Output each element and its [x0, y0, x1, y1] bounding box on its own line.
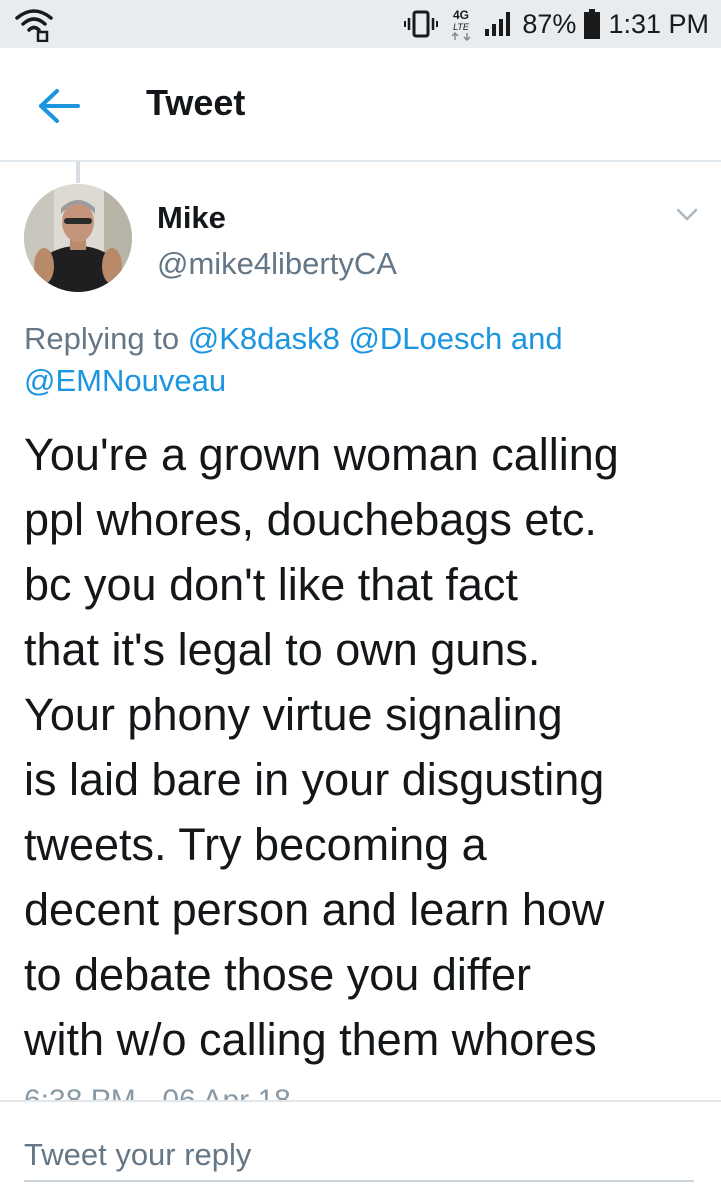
- status-bar: 4G LTE 87% 1:31 PM: [0, 0, 721, 48]
- mentions-joiner: and: [510, 321, 563, 356]
- reply-bar: [0, 1100, 721, 1202]
- vibrate-icon: [404, 10, 439, 38]
- avatar-image: [24, 184, 132, 292]
- clock: 1:31 PM: [608, 8, 709, 39]
- battery-percent: 87%: [522, 8, 577, 39]
- replying-to: Replying to @K8dask8 @DLoesch and @EMNou…: [24, 318, 704, 402]
- battery-icon: [584, 9, 601, 39]
- svg-text:LTE: LTE: [453, 22, 470, 32]
- mention-link[interactable]: @K8dask8: [188, 321, 340, 356]
- mention-link[interactable]: @EMNouveau: [24, 363, 226, 398]
- page-title: Tweet: [146, 82, 246, 123]
- thread-line: [76, 161, 80, 183]
- reply-input[interactable]: [24, 1130, 694, 1182]
- app-header: Tweet: [0, 48, 721, 162]
- svg-text:4G: 4G: [453, 8, 469, 22]
- back-arrow-icon[interactable]: [38, 88, 80, 124]
- author-name[interactable]: Mike: [157, 200, 226, 236]
- avatar[interactable]: [24, 184, 132, 292]
- mention-link[interactable]: @DLoesch: [348, 321, 502, 356]
- tweet-text: You're a grown woman calling ppl whores,…: [24, 429, 619, 1065]
- 4g-lte-icon: 4G LTE: [451, 8, 471, 41]
- author-handle[interactable]: @mike4libertyCA: [157, 246, 397, 282]
- signal-icon: [485, 12, 511, 36]
- chevron-down-icon[interactable]: [672, 203, 702, 225]
- replying-to-label: Replying to: [24, 321, 180, 356]
- wifi-icon: [15, 9, 53, 42]
